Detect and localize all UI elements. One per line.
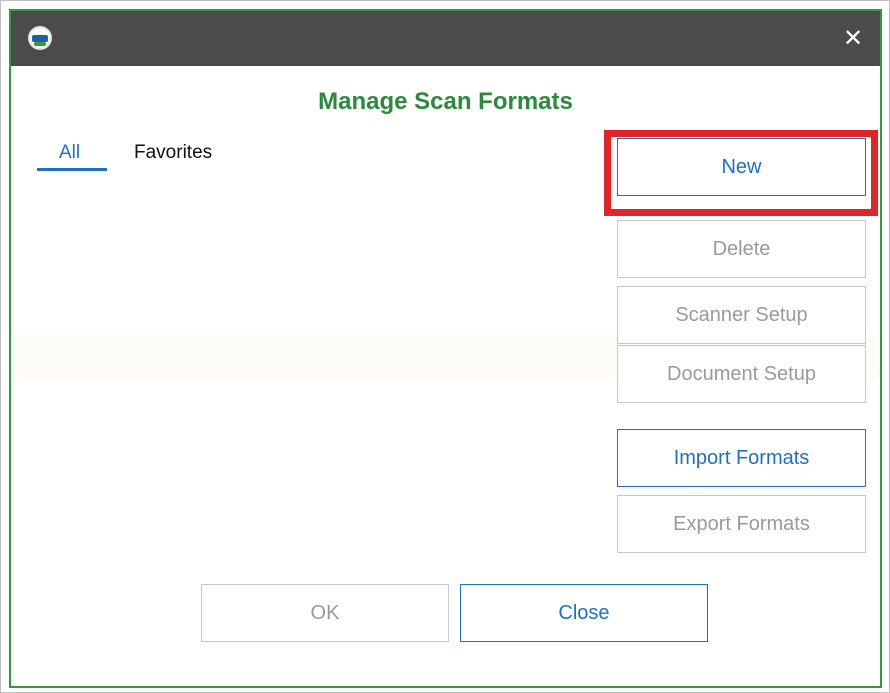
document-setup-button[interactable]: Document Setup [617, 345, 866, 403]
close-button[interactable]: Close [460, 584, 708, 642]
tab-favorites-label: Favorites [134, 142, 213, 163]
export-formats-button[interactable]: Export Formats [617, 495, 866, 553]
new-button-highlight [604, 130, 878, 216]
import-formats-button[interactable]: Import Formats [617, 429, 866, 487]
scanner-setup-button[interactable]: Scanner Setup [617, 286, 866, 344]
dialog-title: Manage Scan Formats [318, 88, 573, 115]
ok-button[interactable]: OK [201, 584, 449, 642]
tab-all-selected-underline [37, 168, 107, 171]
tab-all-label: All [59, 142, 81, 163]
delete-button[interactable]: Delete [617, 220, 866, 278]
tab-favorites[interactable]: Favorites [134, 142, 212, 164]
close-icon[interactable]: ✕ [838, 21, 868, 55]
manage-scan-formats-dialog: ✕ Manage Scan Formats All Favorites New … [9, 9, 882, 688]
app-logo-base [34, 42, 46, 46]
title-bar: ✕ [11, 11, 880, 66]
app-logo-icon [28, 26, 52, 50]
screenshot-frame: ✕ Manage Scan Formats All Favorites New … [0, 0, 890, 693]
tab-all[interactable]: All [37, 142, 107, 171]
app-logo-band [32, 35, 48, 42]
